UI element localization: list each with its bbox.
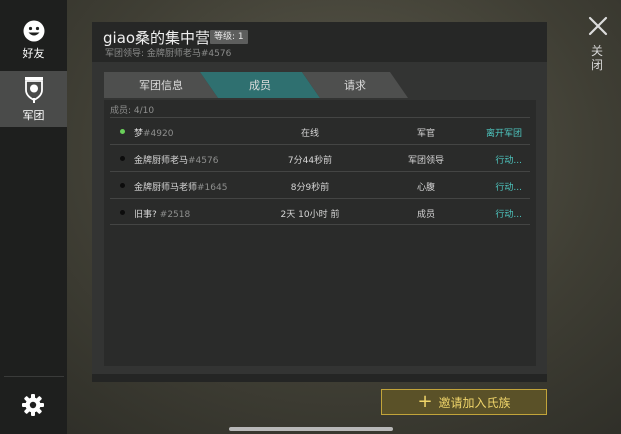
member-count: 成员: 4/10 xyxy=(110,106,155,116)
gear-icon[interactable] xyxy=(22,394,44,416)
member-rank: 成员 xyxy=(416,210,435,220)
member-row[interactable]: 梦#4920 在线 军官 离开军团 xyxy=(110,117,530,144)
home-indicator[interactable] xyxy=(229,427,393,431)
member-last-seen: 2天 10小时 前 xyxy=(280,210,340,220)
sidebar-item-friends-label: 好友 xyxy=(22,46,45,60)
tab-requests-label: 请求 xyxy=(344,79,366,92)
offline-status-dot xyxy=(120,183,125,188)
member-name: 旧事? #2518 xyxy=(134,207,190,220)
sidebar-item-clan[interactable]: 军团 xyxy=(0,71,67,127)
member-name: 金牌厨师马老师#1645 xyxy=(134,180,227,193)
member-name-text: 金牌厨师老马 xyxy=(134,156,189,166)
member-row[interactable]: 金牌厨师马老师#1645 8分9秒前 心腹 行动... xyxy=(110,171,530,198)
plus-icon: + xyxy=(417,391,433,412)
sidebar-item-clan-label: 军团 xyxy=(22,108,45,122)
smiley-icon xyxy=(23,20,44,41)
clan-header: giao桑的集中营 等级: 1 军团领导: 金牌厨师老马#4576 xyxy=(92,22,547,62)
offline-status-dot xyxy=(120,156,125,161)
member-rank: 心腹 xyxy=(416,183,435,193)
clan-leader-line: 军团领导: 金牌厨师老马#4576 xyxy=(105,49,232,59)
offline-status-dot xyxy=(120,210,125,215)
member-actions-button[interactable]: 行动... xyxy=(495,153,522,166)
clan-panel: giao桑的集中营 等级: 1 军团领导: 金牌厨师老马#4576 军团信息 成… xyxy=(92,22,547,382)
sidebar-divider xyxy=(4,376,64,377)
member-name-text: 旧事? xyxy=(134,210,157,220)
member-actions-button[interactable]: 行动... xyxy=(495,180,522,193)
member-rank: 军官 xyxy=(416,129,435,139)
member-row[interactable]: 金牌厨师老马#4576 7分44秒前 军团领导 行动... xyxy=(110,144,530,171)
clan-name: giao桑的集中营 xyxy=(103,29,211,47)
member-name: 梦#4920 xyxy=(134,126,173,139)
member-row[interactable]: 旧事? #2518 2天 10小时 前 成员 行动... xyxy=(110,198,530,225)
member-tag: #4576 xyxy=(188,156,219,166)
member-last-seen: 在线 xyxy=(300,129,319,139)
tab-clan-info-label: 军团信息 xyxy=(139,79,183,92)
tab-members-label: 成员 xyxy=(249,79,271,92)
close-label[interactable]: 关闭 xyxy=(590,44,604,72)
member-tag: #1645 xyxy=(197,183,228,193)
member-tag: #2518 xyxy=(159,210,191,220)
sidebar-item-friends[interactable]: 好友 xyxy=(0,12,67,68)
sidebar: 好友 军团 xyxy=(0,0,67,434)
member-rank: 军团领导 xyxy=(407,156,444,166)
member-name: 金牌厨师老马#4576 xyxy=(134,153,218,166)
clan-tabs: 军团信息 成员 请求 xyxy=(104,72,408,98)
clan-level-badge: 等级: 1 xyxy=(210,30,248,44)
online-status-dot xyxy=(120,129,125,134)
member-actions-button[interactable]: 行动... xyxy=(495,207,522,220)
member-last-seen: 7分44秒前 xyxy=(287,156,333,166)
panel-footer-bar xyxy=(92,374,547,382)
tab-requests[interactable]: 请求 xyxy=(302,72,408,98)
member-name-text: 梦 xyxy=(134,129,144,139)
invite-to-clan-label: 邀请加入氏族 xyxy=(438,395,511,410)
leave-clan-button[interactable]: 离开军团 xyxy=(486,126,522,139)
member-tag: #4920 xyxy=(143,129,174,139)
member-last-seen: 8分9秒前 xyxy=(290,183,330,193)
member-list: 成员: 4/10 梦#4920 在线 军官 离开军团 金牌厨师老马#4576 7… xyxy=(104,100,536,366)
invite-to-clan-button[interactable]: + 邀请加入氏族 xyxy=(381,389,547,415)
member-name-text: 金牌厨师马老师 xyxy=(134,183,198,193)
shield-emblem-icon xyxy=(24,76,43,103)
close-icon[interactable] xyxy=(587,15,609,37)
